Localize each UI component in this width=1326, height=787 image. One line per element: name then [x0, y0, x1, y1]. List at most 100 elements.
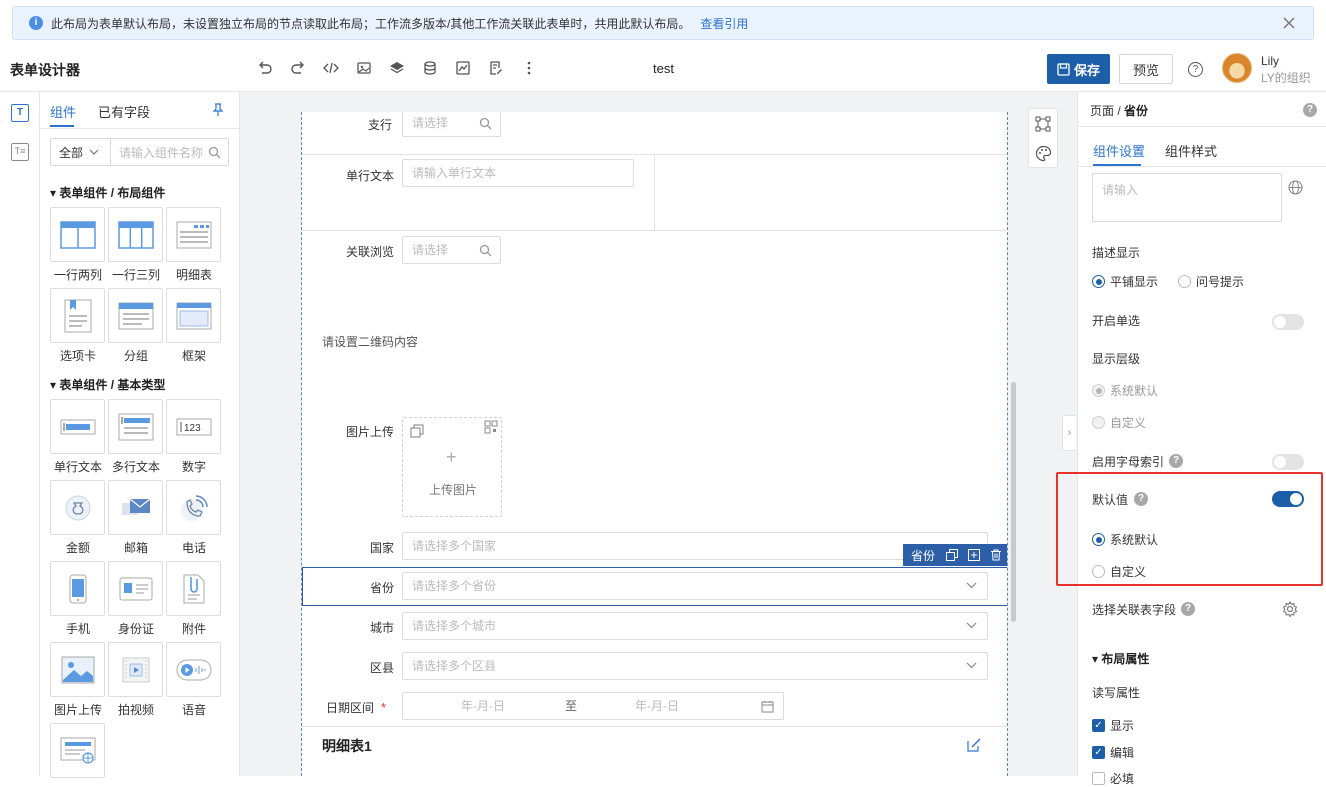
component-phone[interactable]: 电话 [166, 480, 222, 556]
canvas-side-tools [1028, 108, 1058, 168]
component-id-card[interactable]: 身份证 [108, 561, 164, 637]
palette-icon[interactable] [1035, 145, 1052, 162]
layers-icon[interactable] [380, 59, 413, 77]
preview-button[interactable]: 预览 [1119, 54, 1173, 84]
component-attachment[interactable]: 附件 [166, 561, 222, 637]
category-layout-heading[interactable]: ▾ 表单组件 / 布局组件 [50, 184, 165, 201]
image-upload-area[interactable]: + 上传图片 [402, 417, 502, 517]
breadcrumb: 页面 / 省份 [1090, 102, 1148, 119]
selected-province-row[interactable]: 省份 请选择多个省份 [302, 567, 1007, 606]
tab-component-style[interactable]: 组件样式 [1165, 141, 1217, 160]
component-group[interactable]: 分组 [108, 288, 164, 364]
radio-tile-display[interactable]: 平铺显示 [1092, 273, 1158, 290]
branch-picker[interactable]: 请选择 [402, 112, 501, 137]
component-web-link[interactable] [50, 723, 106, 778]
component-single-text[interactable]: 单行文本 [50, 399, 106, 475]
district-select[interactable]: 请选择多个区县 [402, 652, 988, 680]
components-rail-icon[interactable]: T [11, 104, 29, 122]
component-multi-text[interactable]: 多行文本 [108, 399, 164, 475]
single-select-toggle[interactable] [1272, 314, 1304, 330]
divider [40, 128, 240, 129]
component-three-columns[interactable]: 一行三列 [108, 207, 164, 283]
category-basic-label: 表单组件 / 基本类型 [59, 378, 166, 392]
help-icon[interactable]: ? [1169, 454, 1183, 468]
properties-panel: 页面 / 省份 ? 组件设置 组件样式 请输入 描述显示 平铺显示 问号提示 开… [1077, 92, 1326, 786]
city-placeholder: 请选择多个城市 [412, 619, 497, 633]
letter-index-toggle[interactable] [1272, 454, 1304, 470]
city-select[interactable]: 请选择多个城市 [402, 612, 988, 640]
component-label: 语音 [181, 703, 206, 717]
design-canvas: 支行 请选择 单行文本 请输入单行文本 关联浏览 请选择 请设置二维码内容 图片… [240, 92, 1077, 776]
date-range-picker[interactable]: 年-月-日 至 年-月-日 [402, 692, 784, 720]
checkbox-show[interactable]: ✓ 显示 [1092, 717, 1134, 734]
form-edit-icon[interactable] [479, 59, 512, 77]
component-email[interactable]: 邮箱 [108, 480, 164, 556]
related-browse-picker[interactable]: 请选择 [402, 236, 501, 264]
close-icon[interactable] [1281, 15, 1297, 31]
active-tab-indicator [50, 125, 74, 127]
globe-icon[interactable] [1288, 180, 1303, 195]
help-icon[interactable]: ? [1181, 602, 1195, 616]
gear-icon[interactable] [1282, 601, 1298, 617]
layout-section-heading[interactable]: ▾ 布局属性 [1092, 650, 1149, 667]
view-references-link[interactable]: 查看引用 [700, 15, 748, 32]
header-toolbar [248, 59, 545, 77]
breadcrumb-root[interactable]: 页面 [1090, 104, 1114, 118]
country-select[interactable]: 请选择多个国家 [402, 532, 988, 560]
date-end: 年-月-日 [635, 699, 679, 713]
qrcode-icon[interactable] [484, 420, 498, 434]
database-icon[interactable] [413, 59, 446, 77]
related-field-label: 选择关联表字段 [1092, 603, 1177, 617]
more-icon[interactable] [512, 59, 545, 77]
component-tabs[interactable]: 选项卡 [50, 288, 106, 364]
header-bar: 表单设计器 test 保存 预览 ? Lily LY的组织 [0, 44, 1326, 92]
component-mobile[interactable]: 手机 [50, 561, 106, 637]
component-frame[interactable]: 框架 [166, 288, 222, 364]
component-image-upload[interactable]: 图片上传 [50, 642, 106, 718]
save-button[interactable]: 保存 [1047, 54, 1110, 84]
single-text-input[interactable]: 请输入单行文本 [402, 159, 634, 187]
category-select[interactable]: 全部 [51, 139, 111, 165]
node-structure-icon[interactable] [1035, 116, 1051, 132]
checkbox-label: 显示 [1110, 719, 1135, 733]
pin-icon[interactable] [212, 103, 224, 117]
chevron-down-icon [966, 622, 977, 629]
redo-icon[interactable] [281, 59, 314, 77]
chart-icon[interactable] [446, 59, 479, 77]
category-basic-heading[interactable]: ▾ 表单组件 / 基本类型 [50, 376, 165, 393]
delete-icon[interactable] [985, 544, 1007, 566]
radio-level-default[interactable]: 系统默认 [1092, 382, 1158, 399]
component-voice[interactable]: 语音 [166, 642, 222, 718]
tab-existing-fields[interactable]: 已有字段 [98, 102, 150, 121]
undo-icon[interactable] [248, 59, 281, 77]
canvas-scrollbar[interactable] [1011, 382, 1016, 622]
three-columns-icon [117, 220, 154, 249]
image-icon[interactable] [347, 59, 380, 77]
component-video[interactable]: 拍视频 [108, 642, 164, 718]
help-icon[interactable]: ? [1188, 62, 1203, 77]
checkbox-edit[interactable]: ✓ 编辑 [1092, 744, 1134, 761]
tab-component-settings[interactable]: 组件设置 [1093, 141, 1145, 160]
component-amount[interactable]: 金额 [50, 480, 106, 556]
avatar[interactable] [1222, 53, 1252, 83]
checkbox-required[interactable]: 必填 [1092, 770, 1134, 787]
code-icon[interactable] [314, 59, 347, 77]
selected-component-toolbar: 省份 [903, 544, 1007, 566]
description-textarea[interactable]: 请输入 [1092, 173, 1282, 222]
radio-level-custom[interactable]: 自定义 [1092, 414, 1146, 431]
help-icon[interactable]: ? [1303, 103, 1317, 117]
component-detail-table[interactable]: 明细表 [166, 207, 222, 283]
fields-rail-icon[interactable]: T≡ [11, 143, 29, 161]
component-number[interactable]: 123 数字 [166, 399, 222, 475]
radio-label: 平铺显示 [1110, 275, 1159, 289]
component-search-input[interactable]: 请输入组件名称 [111, 144, 208, 161]
tab-components[interactable]: 组件 [50, 102, 76, 121]
province-select[interactable]: 请选择多个省份 [402, 572, 988, 600]
edit-icon[interactable] [967, 738, 981, 752]
radio-question-tip[interactable]: 问号提示 [1178, 273, 1244, 290]
panel-expand-handle[interactable]: › [1062, 415, 1076, 451]
copy-icon[interactable] [941, 544, 963, 566]
component-label: 明细表 [175, 268, 212, 282]
add-icon[interactable] [963, 544, 985, 566]
component-two-columns[interactable]: 一行两列 [50, 207, 106, 283]
